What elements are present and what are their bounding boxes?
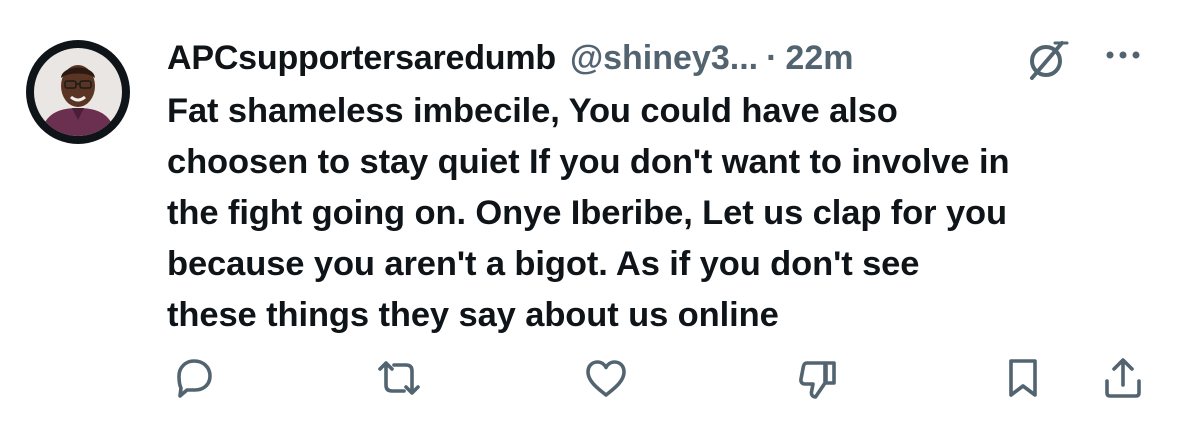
thumbs-down-icon (799, 361, 836, 399)
share-upload-icon (1105, 358, 1141, 398)
reply-button[interactable] (166, 350, 222, 406)
tweet-header: APCsupportersaredumb @shiney3... · 22m (167, 34, 1157, 82)
bookmark-icon (1009, 359, 1037, 397)
reply-bubble-icon (177, 359, 212, 398)
like-button[interactable] (578, 350, 634, 406)
downvote-button[interactable] (790, 350, 846, 406)
timestamp[interactable]: 22m (785, 39, 853, 78)
author-handle[interactable]: @shiney3... (570, 39, 758, 78)
profile-photo (34, 48, 122, 136)
tweet-text-line: the fight going on. Onye Iberibe, Let us… (167, 194, 1007, 232)
tweet-text-line: Fat shameless imbecile, You could have a… (167, 92, 898, 130)
avatar[interactable] (26, 40, 130, 144)
tweet-text-line: choosen to stay quiet If you don't want … (167, 143, 1010, 181)
bookmark-button[interactable] (995, 350, 1051, 406)
heart-icon (586, 360, 626, 397)
tweet-text-line: because you aren't a bigot. As if you do… (167, 245, 920, 283)
tweet[interactable]: APCsupportersaredumb @shiney3... · 22m F… (0, 0, 1179, 427)
author-name[interactable]: APCsupportersaredumb (167, 39, 556, 78)
more-dots-icon[interactable] (1098, 40, 1148, 70)
grok-icon[interactable] (1022, 38, 1072, 82)
tweet-text-line: these things they say about us online (167, 296, 779, 334)
separator-dot: · (766, 38, 778, 77)
action-bar (0, 350, 1179, 406)
retweet-icon (378, 361, 420, 395)
tweet-text: Fat shameless imbecile, You could have a… (167, 86, 1162, 341)
share-button[interactable] (1095, 350, 1151, 406)
retweet-button[interactable] (371, 350, 427, 406)
